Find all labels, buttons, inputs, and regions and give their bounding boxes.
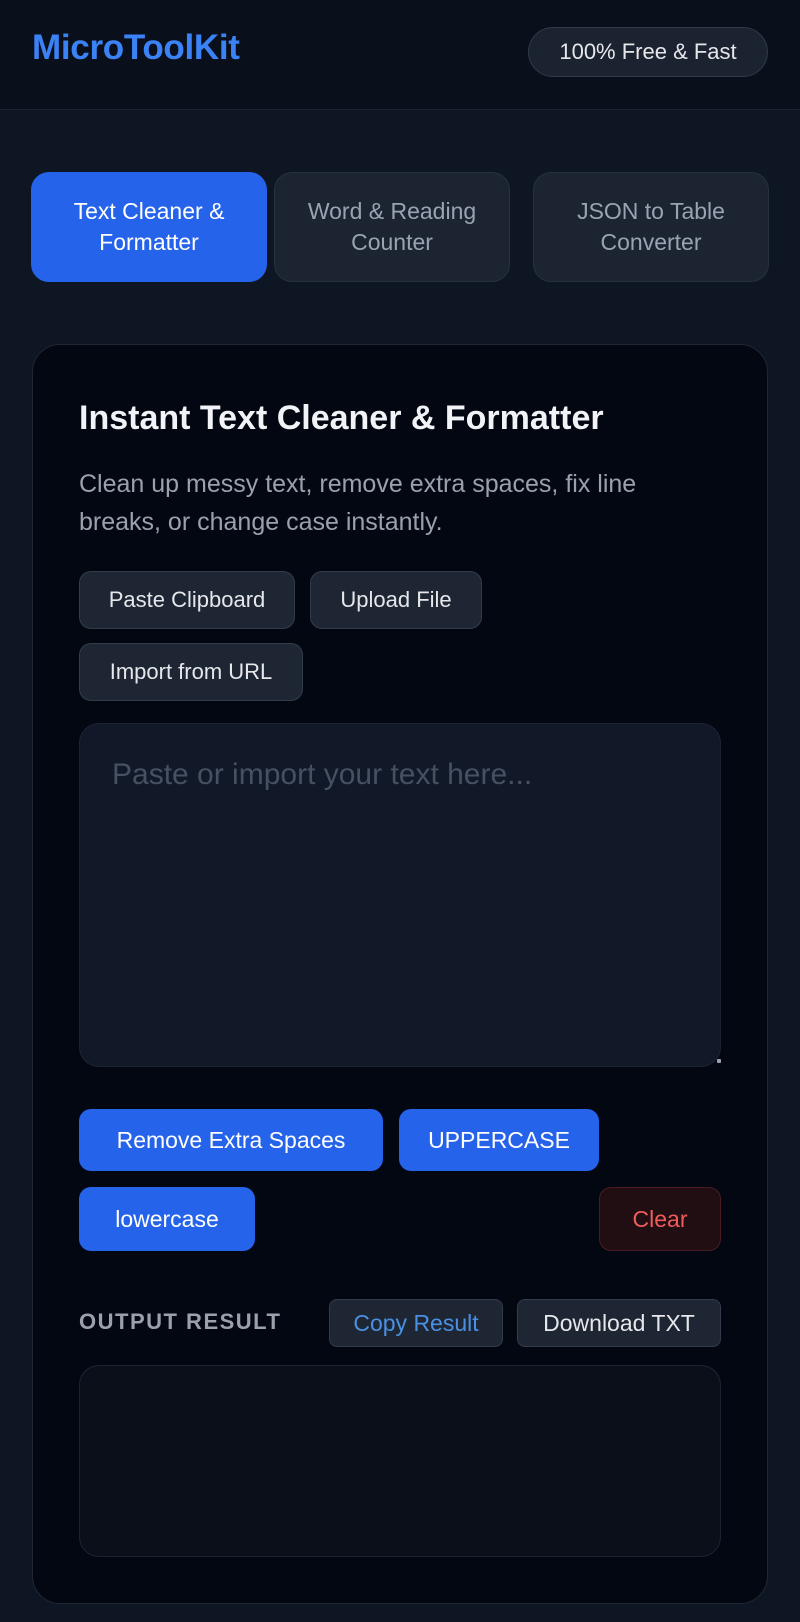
tool-description: Clean up messy text, remove extra spaces… <box>79 470 637 536</box>
upload-file-button[interactable]: Upload File <box>310 571 482 629</box>
site-logo[interactable]: MicroToolKit <box>32 28 240 68</box>
tab-word-counter[interactable]: Word & Reading Counter <box>274 172 510 282</box>
resize-handle-icon[interactable] <box>717 1059 721 1063</box>
tool-card: Instant Text Cleaner & Formatter Clean u… <box>32 344 768 1604</box>
free-fast-badge: 100% Free & Fast <box>528 27 768 77</box>
paste-clipboard-button[interactable]: Paste Clipboard <box>79 571 295 629</box>
copy-result-button[interactable]: Copy Result <box>329 1299 503 1347</box>
import-url-button[interactable]: Import from URL <box>79 643 303 701</box>
output-result-area[interactable] <box>79 1365 721 1557</box>
output-result-label: OUTPUT RESULT <box>79 1309 282 1334</box>
site-header: MicroToolKit 100% Free & Fast <box>0 0 800 110</box>
tab-json-converter[interactable]: JSON to Table Converter <box>533 172 769 282</box>
remove-extra-spaces-button[interactable]: Remove Extra Spaces <box>79 1109 383 1171</box>
tool-tabs: Text Cleaner & Formatter Word & Reading … <box>31 172 769 282</box>
lowercase-button[interactable]: lowercase <box>79 1187 255 1251</box>
tab-text-cleaner[interactable]: Text Cleaner & Formatter <box>31 172 267 282</box>
clear-button[interactable]: Clear <box>599 1187 721 1251</box>
download-txt-button[interactable]: Download TXT <box>517 1299 721 1347</box>
uppercase-button[interactable]: UPPERCASE <box>399 1109 599 1171</box>
text-input[interactable] <box>79 723 721 1067</box>
tool-title: Instant Text Cleaner & Formatter <box>79 399 604 437</box>
